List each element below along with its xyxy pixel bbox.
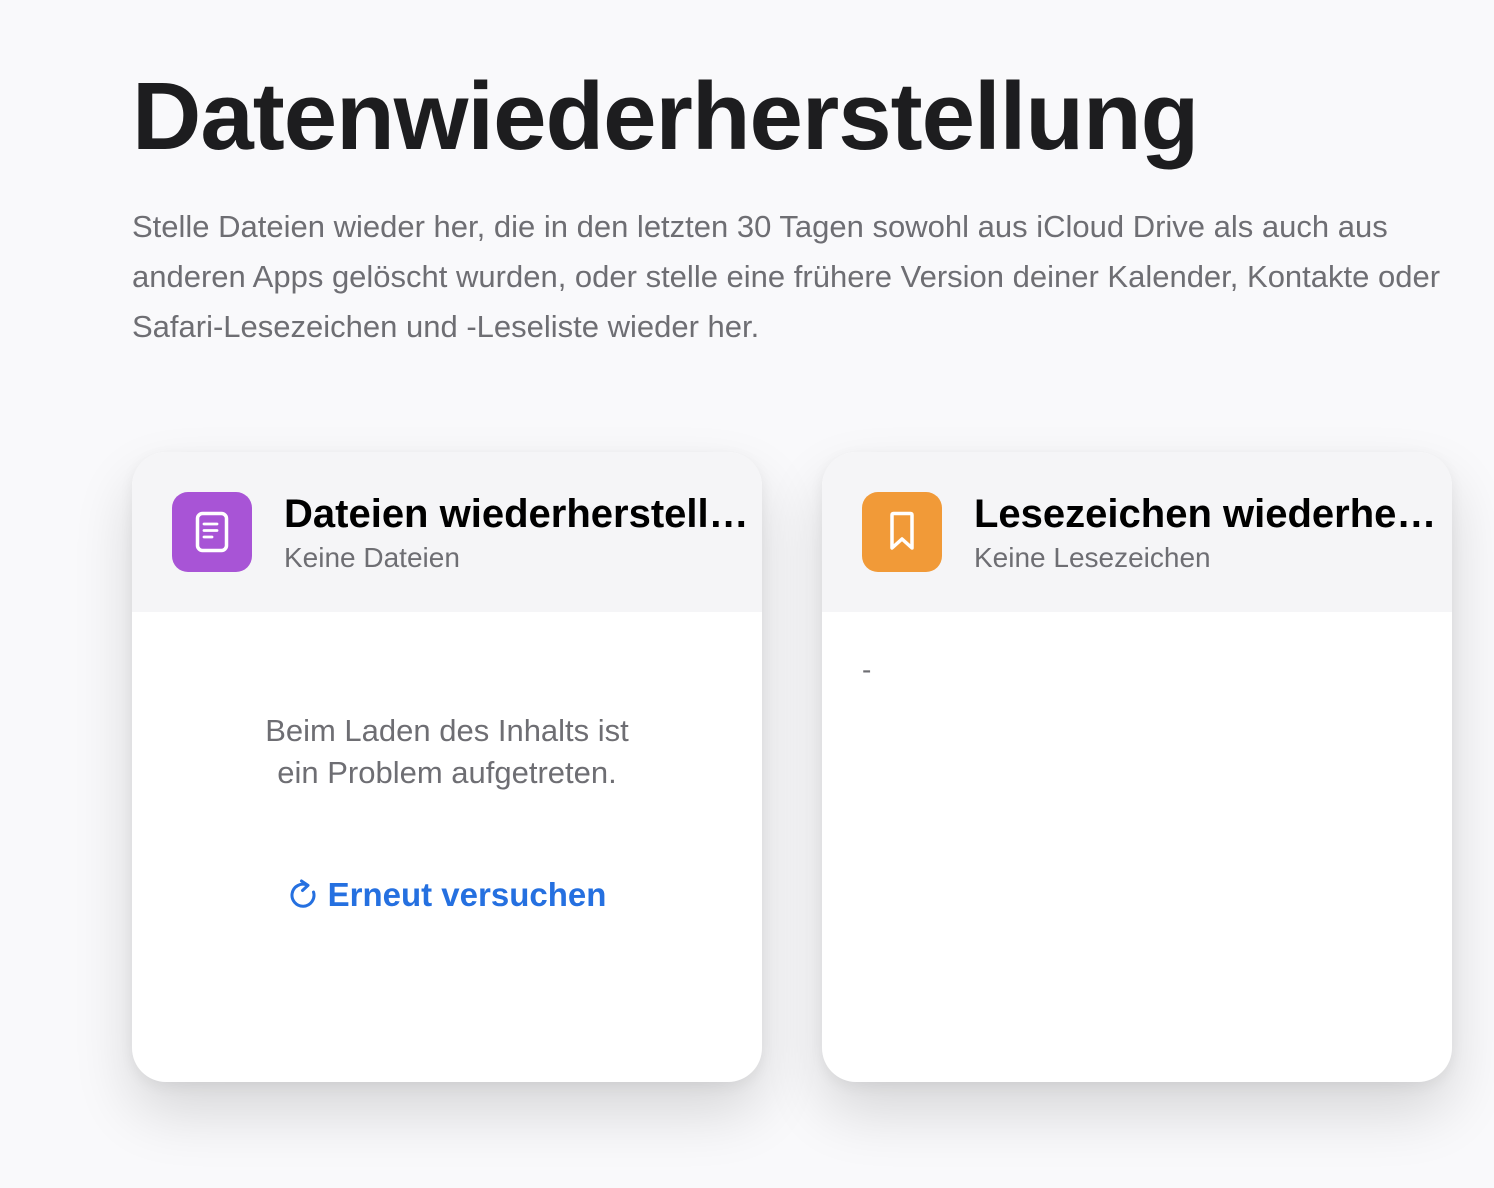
retry-button[interactable]: Erneut versuchen xyxy=(132,876,762,914)
card-header: Lesezeichen wiederher… Keine Lesezeichen xyxy=(822,452,1452,612)
restore-bookmarks-card[interactable]: Lesezeichen wiederher… Keine Lesezeichen… xyxy=(822,452,1452,1082)
card-title[interactable]: Lesezeichen wiederher… xyxy=(974,490,1440,538)
error-message: Beim Laden des Inhalts ist ein Problem a… xyxy=(265,713,629,790)
data-recovery-page: Datenwiederherstellung Stelle Dateien wi… xyxy=(0,0,1494,1188)
restore-files-card[interactable]: Dateien wiederherstell… Keine Dateien Be… xyxy=(132,452,762,1082)
retry-label: Erneut versuchen xyxy=(327,876,607,913)
page-description: Stelle Dateien wieder her, die in den le… xyxy=(132,209,1441,344)
empty-placeholder: - xyxy=(862,654,872,685)
card-subtitle: Keine Dateien xyxy=(284,542,460,573)
card-title[interactable]: Dateien wiederherstell… xyxy=(284,490,750,538)
bookmark-icon xyxy=(862,492,942,572)
page-title: Datenwiederherstellung xyxy=(132,63,1199,170)
refresh-icon xyxy=(288,879,318,911)
card-header: Dateien wiederherstell… Keine Dateien xyxy=(132,452,762,612)
card-subtitle: Keine Lesezeichen xyxy=(974,542,1211,573)
document-icon xyxy=(172,492,252,572)
